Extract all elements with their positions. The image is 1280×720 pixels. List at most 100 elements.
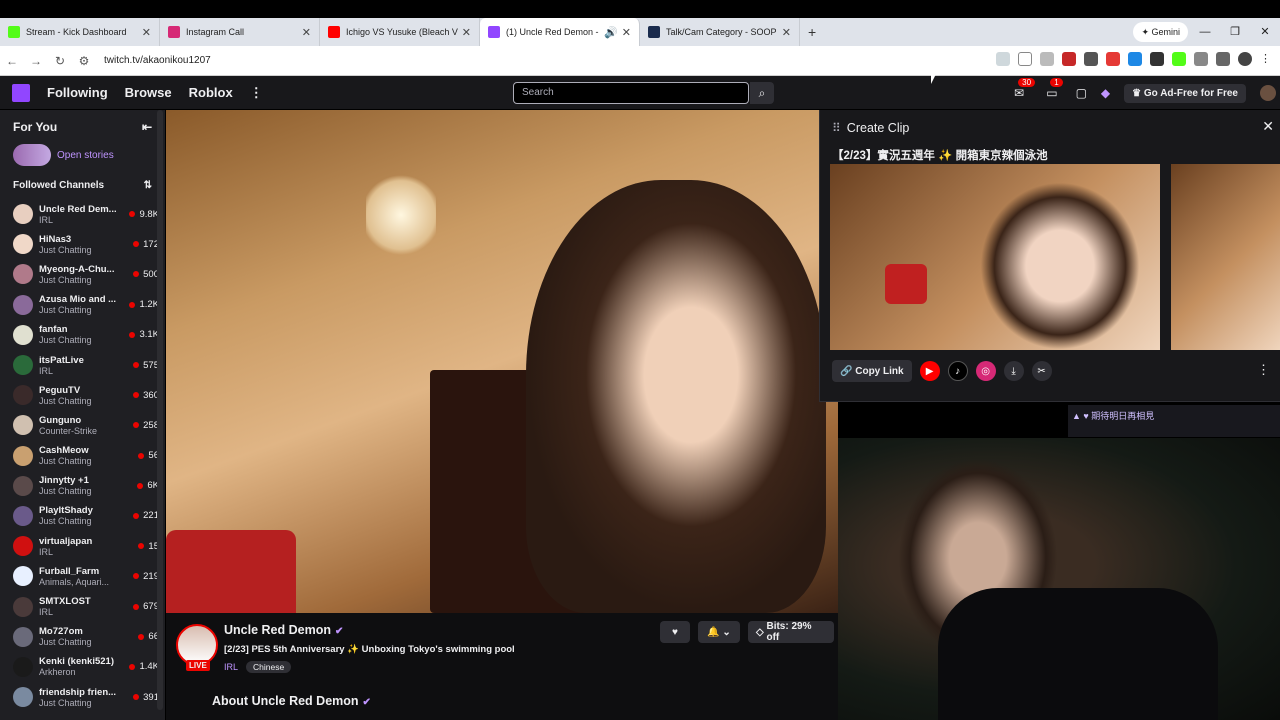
search-icon[interactable]: ⌕ — [750, 82, 774, 104]
sidebar-channel-item[interactable]: Azusa Mio and ... Just Chatting 1.2K — [0, 290, 165, 320]
channel-avatar — [13, 324, 33, 345]
video-player[interactable] — [166, 110, 838, 613]
restore-icon[interactable]: ❐ — [1220, 18, 1250, 46]
search-input[interactable]: Search — [513, 82, 749, 104]
tab-soop[interactable]: Talk/Cam Category - SOOP ✕ — [640, 18, 800, 46]
stream-category-row: IRL Chinese — [224, 661, 292, 673]
webcam-shirt — [938, 588, 1218, 720]
channel-category: Just Chatting — [39, 456, 92, 467]
sidebar-channel-item[interactable]: fanfan Just Chatting 3.1K — [0, 320, 165, 350]
close-tab-icon[interactable]: ✕ — [782, 26, 791, 39]
tab-instagram-call[interactable]: Instagram Call ✕ — [160, 18, 320, 46]
sort-icon[interactable]: ⇅ — [144, 180, 152, 191]
live-dot-icon — [138, 452, 145, 459]
url-field[interactable]: twitch.tv/akaonikou1207 — [104, 55, 211, 66]
youtube-share-icon[interactable]: ▶ — [919, 361, 940, 381]
puzzle-icon[interactable] — [1194, 52, 1208, 66]
sidepanel-icon[interactable] — [1216, 52, 1230, 66]
channel-avatar — [13, 656, 33, 677]
nav-roblox[interactable]: Roblox — [189, 85, 233, 100]
nav-following[interactable]: Following — [47, 85, 108, 100]
viewer-count: 679 — [133, 601, 159, 612]
sidebar-channel-item[interactable]: HiNas3 Just Chatting 172 — [0, 229, 165, 259]
sidebar-channel-item[interactable]: virtualjapan IRL 15 — [0, 531, 165, 561]
streamer-name[interactable]: Uncle Red Demon ✔ — [224, 623, 343, 637]
bits-button[interactable]: ◇ Bits: 29% off — [748, 621, 834, 643]
back-icon[interactable]: ← — [0, 54, 24, 68]
user-avatar[interactable] — [1260, 85, 1276, 101]
twitch-logo-icon[interactable] — [12, 83, 30, 102]
site-info-icon[interactable]: ⚙ — [72, 54, 96, 68]
tab-youtube-video[interactable]: Ichigo VS Yusuke (Bleach VS Yu ✕ — [320, 18, 480, 46]
bits-icon[interactable]: ◆ — [1101, 86, 1110, 100]
extension-icon[interactable] — [1150, 52, 1164, 66]
sidebar-channel-item[interactable]: PlayItShady Just Chatting 221 — [0, 501, 165, 531]
live-dot-icon — [138, 633, 145, 640]
download-icon[interactable]: ⤓ — [1003, 361, 1024, 381]
follow-heart-button[interactable]: ♥ — [660, 621, 690, 643]
inbox-icon[interactable]: ▭ 1 — [1042, 78, 1063, 100]
notifications-icon[interactable]: ✉ 30 — [1010, 78, 1036, 100]
sidebar-channel-item[interactable]: Furball_Farm Animals, Aquari... 219 — [0, 561, 165, 591]
gemini-button[interactable]: ✦ Gemini — [1133, 22, 1188, 42]
close-tab-icon[interactable]: ✕ — [622, 26, 631, 39]
extension-icon[interactable] — [1062, 52, 1076, 66]
sidebar-channel-item[interactable]: CashMeow Just Chatting 56 — [0, 441, 165, 471]
close-tab-icon[interactable]: ✕ — [142, 26, 151, 39]
collapse-sidebar-icon[interactable]: ⇤ — [142, 120, 152, 134]
clip-preview-thumbnail[interactable] — [830, 164, 1160, 350]
new-tab-button[interactable]: + — [808, 18, 816, 46]
profile-avatar[interactable] — [1238, 52, 1252, 66]
extension-icon[interactable] — [1106, 52, 1120, 66]
sidebar-channel-item[interactable]: Uncle Red Dem... IRL 9.8K — [0, 199, 165, 229]
sidebar-channel-item[interactable]: Mo727om Just Chatting 66 — [0, 622, 165, 652]
chandelier — [366, 170, 436, 260]
close-window-icon[interactable]: ✕ — [1250, 18, 1280, 46]
close-tab-icon[interactable]: ✕ — [462, 26, 471, 39]
scissors-icon[interactable]: ✂ — [1031, 361, 1052, 381]
sidebar-channel-item[interactable]: SMTXLOST IRL 679 — [0, 591, 165, 621]
copy-link-button[interactable]: 🔗 Copy Link — [832, 360, 912, 382]
kick-extension-icon[interactable] — [1172, 52, 1186, 66]
sidebar-channel-item[interactable]: Gunguno Counter-Strike 258 — [0, 410, 165, 440]
close-icon[interactable]: ✕ — [1262, 118, 1274, 135]
live-dot-icon — [133, 362, 140, 369]
minimize-icon[interactable]: — — [1190, 18, 1220, 46]
nav-browse[interactable]: Browse — [125, 85, 172, 100]
extension-icon[interactable] — [1040, 52, 1054, 66]
sidebar-channel-item[interactable]: friendship frien... Just Chatting 391 — [0, 682, 165, 712]
menu-icon[interactable]: ⋮ — [1260, 52, 1274, 66]
close-tab-icon[interactable]: ✕ — [302, 26, 311, 39]
sidebar-channel-item[interactable]: Kenki (kenki521) Arkheron 1.4K — [0, 652, 165, 682]
open-stories-link[interactable]: Open stories — [0, 134, 165, 166]
tab-twitch-active[interactable]: (1) Uncle Red Demon - Twit 🔊 ✕ — [480, 18, 640, 46]
category-link[interactable]: IRL — [224, 662, 238, 672]
extension-icon[interactable] — [1128, 52, 1142, 66]
notification-bell-button[interactable]: 🔔 ⌄ — [698, 621, 740, 643]
sidebar-channel-item[interactable]: Myeong-A-Chu... Just Chatting 500 — [0, 259, 165, 289]
channel-category: Just Chatting — [39, 244, 92, 255]
more-options-icon[interactable]: ⋮ — [1257, 362, 1270, 378]
translate-icon[interactable] — [996, 52, 1010, 66]
drag-handle-icon[interactable]: ⠿ — [832, 121, 841, 135]
nav-more-icon[interactable]: ⋮ — [250, 85, 263, 101]
sidebar-scrollbar[interactable] — [157, 110, 163, 710]
channel-avatar — [13, 294, 33, 315]
clip-next-thumbnail[interactable] — [1171, 164, 1280, 350]
speaker-icon[interactable]: 🔊 — [604, 26, 618, 39]
star-icon[interactable] — [1018, 52, 1032, 66]
tab-kick-dashboard[interactable]: Stream - Kick Dashboard ✕ — [0, 18, 160, 46]
go-ad-free-button[interactable]: ♛ Go Ad-Free for Free — [1124, 83, 1246, 103]
reload-icon[interactable]: ↻ — [48, 54, 72, 68]
live-dot-icon — [133, 271, 140, 278]
whispers-icon[interactable]: ▢ — [1076, 86, 1087, 100]
tag-chip[interactable]: Chinese — [246, 661, 292, 673]
sidebar-channel-item[interactable]: Jinnytty +1 Just Chatting 6K — [0, 471, 165, 501]
forward-icon[interactable]: → — [24, 54, 48, 68]
tiktok-share-icon[interactable]: ♪ — [947, 361, 968, 381]
sidebar-channel-item[interactable]: itsPatLive IRL 575 — [0, 350, 165, 380]
sidebar-channel-item[interactable]: PeguuTV Just Chatting 360 — [0, 380, 165, 410]
channel-name: Azusa Mio and ... — [39, 294, 117, 306]
instagram-share-icon[interactable]: ◎ — [975, 361, 996, 381]
extension-icon[interactable] — [1084, 52, 1098, 66]
